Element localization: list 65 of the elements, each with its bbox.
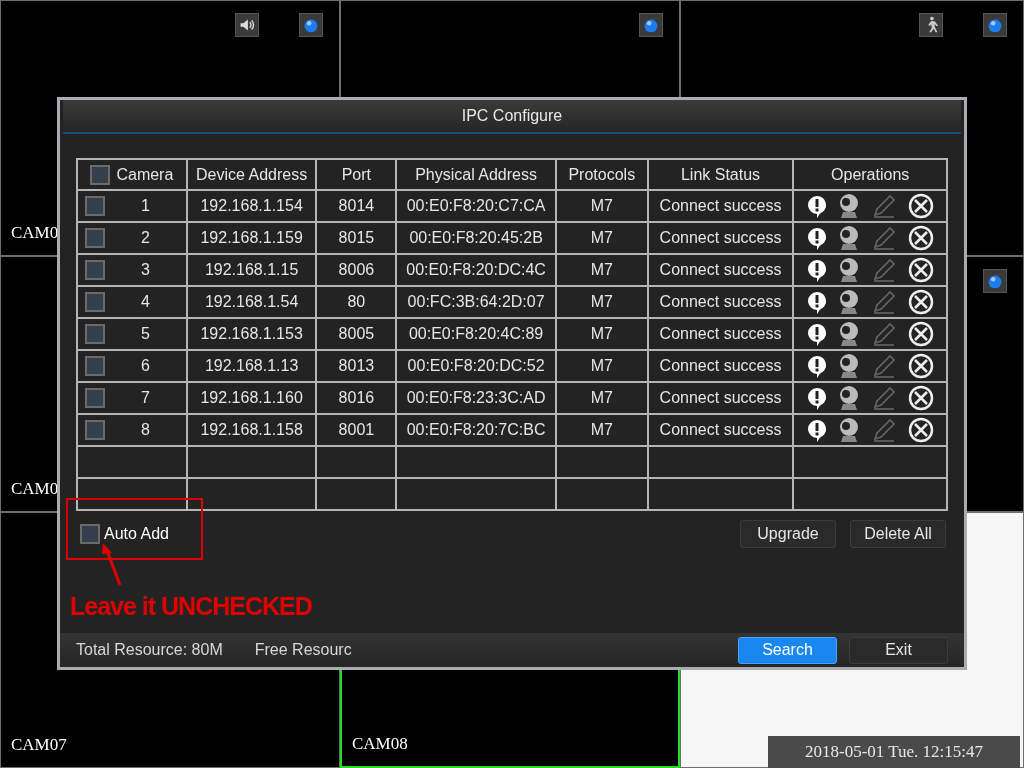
- column-header: Physical Address: [415, 164, 537, 185]
- camera-number: 3: [141, 260, 150, 280]
- protocol: M7: [590, 228, 613, 248]
- link-status: Connect success: [659, 324, 782, 344]
- camera-number: 2: [141, 228, 150, 248]
- column-header: Protocols: [568, 164, 636, 185]
- device-address: 192.168.1.154: [200, 196, 303, 216]
- device-address: 192.168.1.54: [204, 292, 299, 312]
- port-number: 8006: [338, 260, 375, 280]
- physical-address: 00:E0:F8:20:45:2B: [409, 228, 543, 248]
- port-number: 8001: [338, 420, 375, 440]
- protocol: M7: [590, 356, 613, 376]
- camera-number: 5: [141, 324, 150, 344]
- dialog-title: IPC Configure: [461, 106, 563, 126]
- port-number: 8005: [338, 324, 375, 344]
- device-address: 192.168.1.15: [204, 260, 299, 280]
- device-address: 192.168.1.159: [200, 228, 303, 248]
- camera-number: 4: [141, 292, 150, 312]
- column-header: Link Status: [680, 164, 761, 185]
- column-header: Operations: [831, 164, 910, 185]
- device-address: 192.168.1.13: [204, 356, 299, 376]
- protocol: M7: [590, 292, 613, 312]
- link-status: Connect success: [659, 420, 782, 440]
- protocol: M7: [590, 324, 613, 344]
- link-status: Connect success: [659, 260, 782, 280]
- link-status: Connect success: [659, 388, 782, 408]
- port-number: 8016: [338, 388, 375, 408]
- date-time: 2018-05-01 Tue. 12:15:47: [804, 741, 983, 764]
- link-status: Connect success: [659, 356, 782, 376]
- protocol: M7: [590, 420, 613, 440]
- physical-address: 00:FC:3B:64:2D:07: [407, 292, 545, 312]
- physical-address: 00:E0:F8:20:7C:BC: [406, 420, 546, 440]
- link-status: Connect success: [659, 196, 782, 216]
- link-status: Connect success: [659, 228, 782, 248]
- camera-label: CAM0: [11, 222, 59, 242]
- device-address: 192.168.1.160: [200, 388, 303, 408]
- column-header: Camera: [116, 164, 174, 185]
- port-number: 8015: [338, 228, 375, 248]
- camera-label: CAM0: [11, 478, 59, 498]
- physical-address: 00:E0:F8:23:3C:AD: [406, 388, 546, 408]
- port-number: 8014: [338, 196, 375, 216]
- camera-label: CAM08: [352, 733, 408, 753]
- link-status: Connect success: [659, 292, 782, 312]
- physical-address: 00:E0:F8:20:DC:4C: [406, 260, 546, 280]
- physical-address: 00:E0:F8:20:C7:CA: [406, 196, 546, 216]
- camera-label: CAM07: [11, 734, 67, 754]
- protocol: M7: [590, 388, 613, 408]
- port-number: 8013: [338, 356, 375, 376]
- camera-number: 8: [141, 420, 150, 440]
- column-header: Device Address: [196, 164, 308, 185]
- physical-address: 00:E0:F8:20:DC:52: [407, 356, 545, 376]
- protocol: M7: [590, 196, 613, 216]
- auto-add-label: Auto Add: [104, 524, 169, 544]
- device-address: 192.168.1.158: [200, 420, 303, 440]
- resource-text: Total Resource: 80M: [76, 640, 223, 660]
- column-header: Port: [341, 164, 372, 185]
- annotation-text: Leave it UNCHECKED: [70, 591, 312, 622]
- resource-text: Free Resourc: [254, 640, 352, 660]
- camera-number: 1: [141, 196, 150, 216]
- camera-number: 6: [141, 356, 150, 376]
- physical-address: 00:E0:F8:20:4C:89: [408, 324, 544, 344]
- port-number: 80: [347, 292, 366, 312]
- protocol: M7: [590, 260, 613, 280]
- camera-number: 7: [141, 388, 150, 408]
- device-address: 192.168.1.153: [200, 324, 303, 344]
